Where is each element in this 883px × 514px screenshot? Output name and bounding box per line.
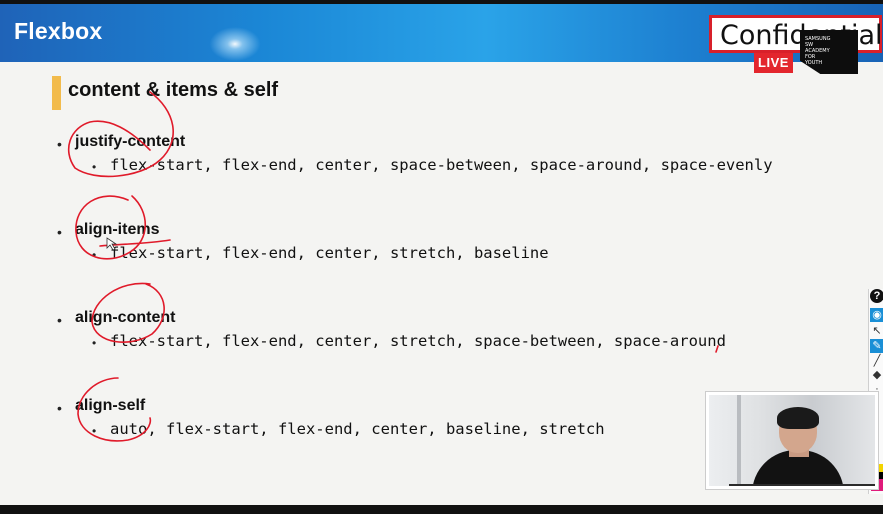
section-label: justify-content	[75, 133, 186, 150]
bullet-sub: •	[92, 248, 97, 262]
line-icon[interactable]: ╱	[870, 354, 883, 368]
pen-icon[interactable]: ✎	[870, 339, 883, 353]
header-title: Flexbox	[14, 18, 103, 44]
title-accent-bar	[52, 76, 61, 110]
section-label: align-self	[75, 397, 146, 414]
header-light-glow	[205, 24, 265, 64]
academy-logo-line: YOUTH	[805, 60, 823, 66]
live-badge: LIVE	[754, 53, 793, 73]
cursor-icon[interactable]: ↖	[870, 324, 883, 338]
section-label: align-content	[75, 309, 176, 326]
slide-title: content & items & self	[68, 79, 279, 101]
bullet-main: •	[57, 312, 62, 328]
section-label: align-items	[75, 221, 160, 238]
bullet-sub: •	[92, 336, 97, 350]
section-values: flex-start, flex-end, center, stretch, s…	[110, 332, 726, 350]
eye-icon[interactable]: ◉	[870, 308, 883, 322]
academy-logo-badge: SAMSUNG SW ACADEMY FOR YOUTH	[800, 30, 858, 74]
bullet-sub: •	[92, 424, 97, 438]
section-values: flex-start, flex-end, center, space-betw…	[110, 156, 773, 174]
academy-logo-text: SAMSUNG SW ACADEMY FOR YOUTH	[805, 36, 855, 66]
section-values: flex-start, flex-end, center, stretch, b…	[110, 244, 549, 262]
bullet-main: •	[57, 136, 62, 152]
webcam-door-frame	[737, 395, 741, 486]
bullet-main: •	[57, 224, 62, 240]
webcam-desk	[729, 484, 875, 486]
webcam-overlay	[706, 392, 878, 489]
bottom-border	[0, 505, 883, 514]
eraser-icon[interactable]: ◆	[870, 368, 883, 382]
bullet-sub: •	[92, 160, 97, 174]
help-icon[interactable]: ?	[870, 289, 883, 303]
section-values: auto, flex-start, flex-end, center, base…	[110, 420, 605, 438]
bullet-main: •	[57, 400, 62, 416]
screen: Flexbox Confidential SAMSUNG SW ACADEMY …	[0, 0, 883, 514]
presenter-hair	[777, 407, 819, 429]
